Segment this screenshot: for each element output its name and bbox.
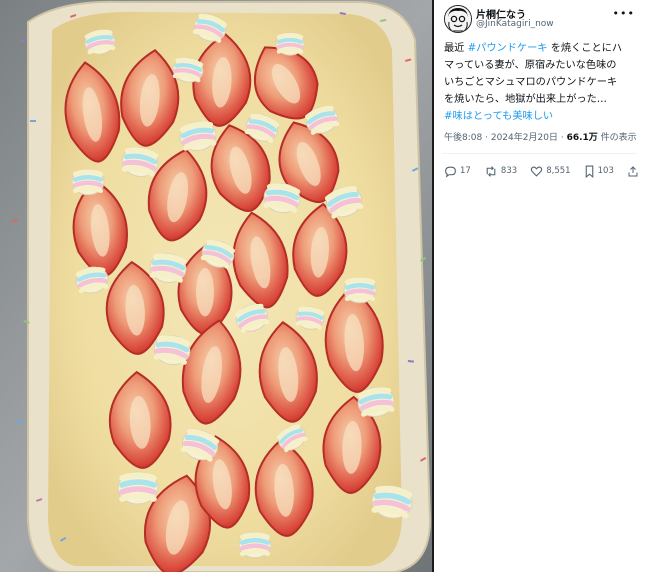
bookmark-count: 103 (597, 166, 614, 176)
tweet-actions: 17 833 8,551 103 (444, 163, 639, 179)
marshmallow (343, 276, 377, 304)
meta-separator: · (560, 133, 564, 143)
retweet-button[interactable]: 833 (484, 165, 517, 178)
tweet-time[interactable]: 午後8:08 (444, 133, 482, 143)
tweet-text-line: いちごとマシュマロのパウンドケーキ (444, 77, 618, 88)
tweet-photo[interactable] (0, 0, 432, 572)
sprinkle (30, 120, 36, 122)
tweet-panel: 片桐仁なう @JinKatagiri_now ••• 最近 #パウンドケーキ を… (434, 0, 645, 572)
retweet-count: 833 (500, 166, 518, 176)
view-label: 件の表示 (597, 133, 637, 143)
author-handle[interactable]: @JinKatagiri_now (476, 19, 554, 29)
reply-button[interactable]: 17 (444, 165, 471, 178)
marshmallow (238, 531, 272, 559)
hashtag-link[interactable]: #パウンドケーキ (468, 43, 548, 54)
tweet-meta: 午後8:08 · 2024年2月20日 · 66.1万 件の表示 (444, 130, 637, 143)
tweet-text-line: #味はとっても美味しい (444, 108, 634, 125)
more-dots-icon[interactable]: ••• (613, 7, 635, 20)
meta-separator: · (485, 133, 488, 143)
author-avatar[interactable] (444, 5, 472, 33)
avatar-face-icon (445, 6, 471, 32)
tweet-text: 最近 #パウンドケーキ を焼くことにハ マっている妻が、原宿みたいな色味の いち… (444, 40, 634, 125)
marshmallow (117, 471, 159, 505)
tweet-text-line: 最近 #パウンドケーキ を焼くことにハ (444, 40, 634, 57)
meta-divider (442, 153, 637, 154)
retweet-icon (486, 165, 496, 177)
tweet-text-line: マっている妻が、原宿みたいな色味の (444, 60, 617, 71)
cake-photo-image (0, 0, 432, 572)
hashtag-link[interactable]: #味はとっても美味しい (444, 111, 553, 122)
reply-icon (445, 166, 456, 178)
bookmark-icon (585, 165, 593, 178)
heart-icon (531, 166, 543, 177)
reply-count: 17 (460, 166, 471, 176)
bookmark-button[interactable]: 103 (584, 165, 614, 178)
tweet-text-line: を焼いたら、地獄が出来上がった… (444, 94, 607, 105)
share-icon (628, 165, 638, 176)
tweet-text-segment: 最近 (444, 43, 468, 54)
tweet-header: 片桐仁なう @JinKatagiri_now ••• (444, 5, 639, 33)
tweet-text-segment: を焼くことにハ (547, 43, 623, 54)
tweet-date[interactable]: 2024年2月20日 (491, 133, 558, 143)
marshmallow (71, 168, 105, 196)
share-button[interactable] (627, 165, 639, 178)
view-count: 66.1万 (566, 133, 598, 143)
like-count: 8,551 (546, 166, 571, 176)
marshmallow (275, 32, 305, 56)
like-button[interactable]: 8,551 (530, 165, 571, 178)
